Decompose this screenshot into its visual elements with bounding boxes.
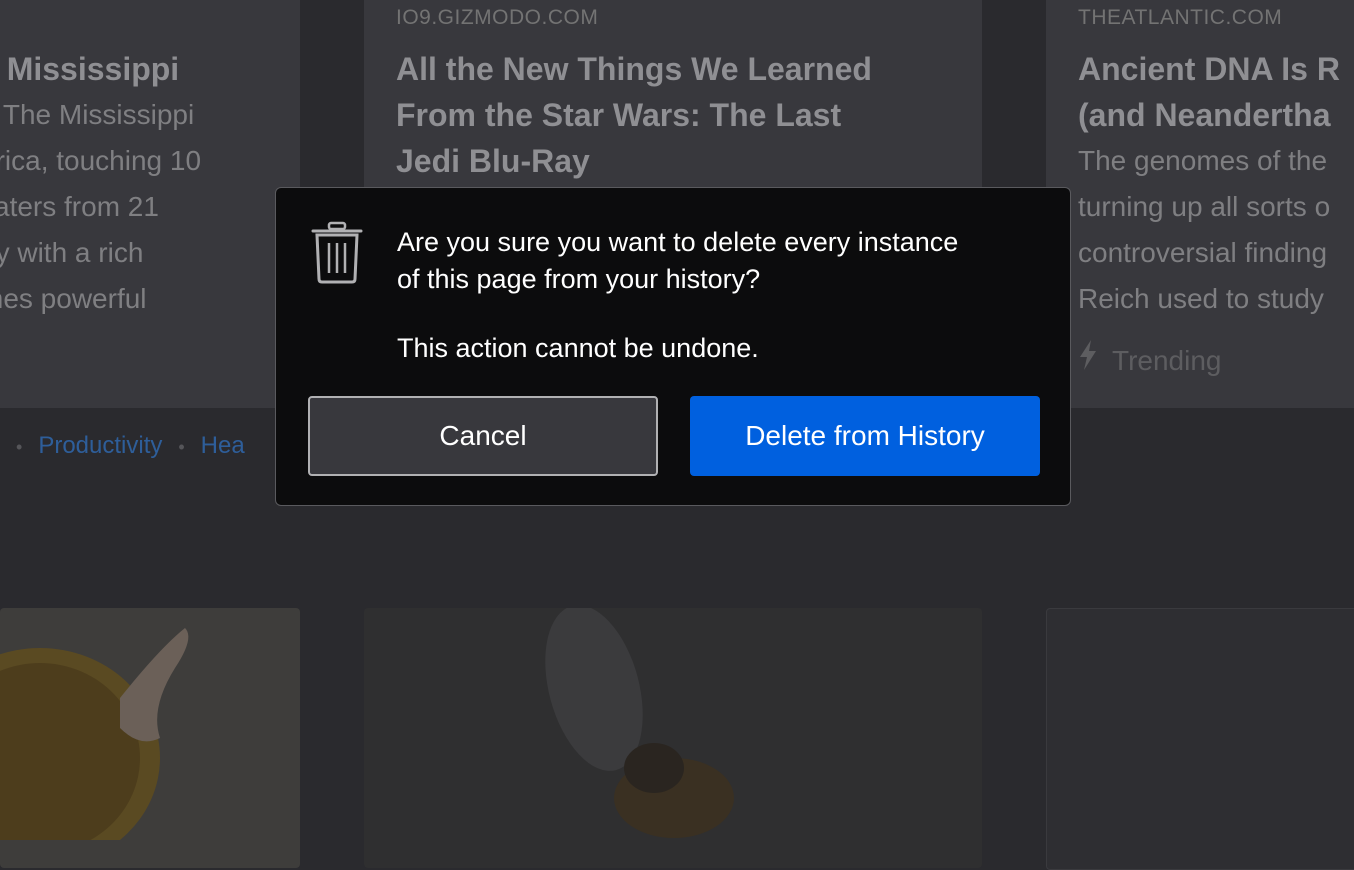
story-thumbnail-hand[interactable]	[0, 608, 300, 868]
trending-badge: Trending	[1078, 340, 1221, 377]
story-title: Ancient DNA Is R (and Neandertha	[1078, 51, 1340, 133]
story-title: y Mississippi	[0, 51, 180, 87]
trending-label: Trending	[1112, 345, 1222, 376]
topic-link[interactable]: Hea	[201, 432, 245, 459]
story-card-ancient-dna[interactable]: THEATLANTIC.COM Ancient DNA Is R (and Ne…	[1046, 0, 1354, 408]
topic-link-productivity[interactable]: Productivity	[38, 432, 162, 459]
dialog-message: Are you sure you want to delete every in…	[397, 224, 1047, 367]
separator-dot: •	[16, 437, 23, 457]
delete-confirmation-dialog: Are you sure you want to delete every in…	[275, 187, 1071, 506]
trash-icon	[309, 221, 365, 285]
delete-from-history-button[interactable]: Delete from History	[690, 396, 1040, 476]
undo-warning: This action cannot be undone.	[397, 333, 759, 363]
cancel-button[interactable]: Cancel	[308, 396, 658, 476]
confirmation-question: Are you sure you want to delete every in…	[397, 227, 959, 294]
popular-topics: s•Productivity•Hea	[0, 432, 245, 460]
story-description: The genomes of the turning up all sorts …	[1078, 145, 1331, 314]
separator-dot: •	[178, 437, 185, 457]
lightning-icon	[1078, 340, 1098, 377]
story-source: IO9.GIZMODO.COM	[396, 6, 599, 29]
story-source: THEATLANTIC.COM	[1078, 6, 1283, 29]
story-card-mississippi[interactable]: y Mississippi – The Mississippi erica, t…	[0, 0, 300, 408]
story-title: All the New Things We Learned From the S…	[396, 51, 872, 179]
story-description: – The Mississippi erica, touching 10 vat…	[0, 99, 202, 314]
story-thumbnail-insect[interactable]	[364, 608, 982, 868]
story-thumbnail-empty[interactable]	[1046, 608, 1354, 870]
